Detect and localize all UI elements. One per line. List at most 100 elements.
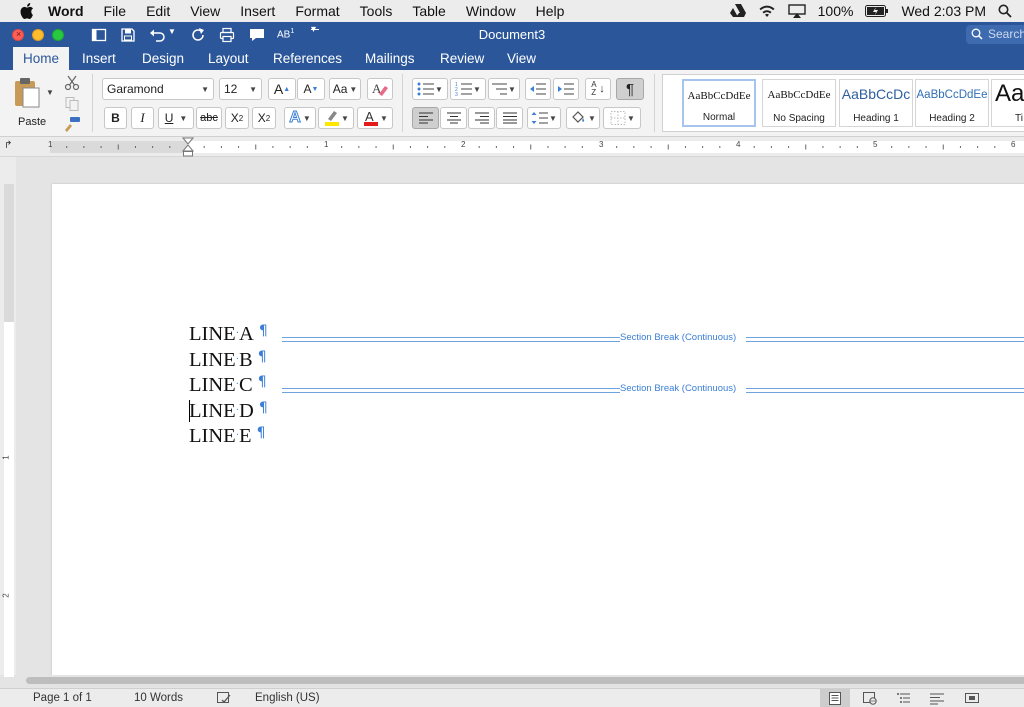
style-normal[interactable]: AaBbCcDdEe Normal — [682, 79, 756, 127]
cut-icon[interactable] — [64, 75, 80, 91]
tab-layout[interactable]: Layout — [208, 47, 249, 70]
justify-button[interactable] — [496, 107, 523, 129]
tab-references[interactable]: References — [273, 47, 342, 70]
menu-format[interactable]: Format — [295, 3, 339, 19]
style-name: Normal — [702, 112, 736, 123]
style-heading-1[interactable]: AaBbCcDc Heading 1 — [839, 79, 913, 127]
draft-view-icon[interactable] — [929, 691, 945, 705]
subscript-button[interactable]: X2 — [225, 107, 249, 129]
arrow-down-icon: ▼ — [311, 85, 319, 93]
align-center-button[interactable] — [440, 107, 467, 129]
bold-button[interactable]: B — [104, 107, 127, 129]
menu-edit[interactable]: Edit — [146, 3, 170, 19]
increase-indent-button[interactable] — [553, 78, 579, 100]
apple-icon[interactable] — [20, 3, 34, 19]
outline-view-icon[interactable] — [896, 691, 912, 705]
document-canvas[interactable]: LINE·A ¶ Section Break (Continuous) LINE·… — [16, 157, 1024, 684]
style-no-spacing[interactable]: AaBbCcDdEe No Spacing — [762, 79, 836, 127]
superscript-button[interactable]: X2 — [252, 107, 276, 129]
space-mark: · — [235, 379, 240, 390]
google-drive-icon[interactable] — [729, 4, 746, 18]
outdent-icon — [530, 83, 546, 95]
shading-button[interactable]: ▼ — [566, 107, 600, 129]
menu-view[interactable]: View — [190, 3, 220, 19]
web-layout-icon[interactable] — [862, 691, 878, 705]
copy-icon[interactable] — [64, 96, 80, 112]
separator — [654, 74, 655, 132]
align-right-button[interactable] — [468, 107, 495, 129]
italic-button[interactable]: I — [131, 107, 154, 129]
tab-review[interactable]: Review — [440, 47, 484, 70]
multilevel-list-button[interactable]: ▼ — [488, 78, 520, 100]
menu-insert[interactable]: Insert — [240, 3, 275, 19]
wifi-icon[interactable] — [758, 5, 776, 18]
change-case-button[interactable]: Aa ▼ — [329, 78, 361, 100]
tab-insert[interactable]: Insert — [82, 47, 116, 70]
tab-home[interactable]: Home — [13, 47, 70, 70]
tab-view[interactable]: View — [507, 47, 536, 70]
paragraph-line-e[interactable]: LINE·E ¶ — [189, 425, 265, 448]
underline-button[interactable]: U ▼ — [158, 107, 194, 129]
style-title[interactable]: AaB Ti — [991, 79, 1024, 127]
font-size-select[interactable]: 12 ▼ — [219, 78, 262, 100]
text-effects-button[interactable]: A ▼ — [284, 107, 316, 129]
font-name-select[interactable]: Garamond ▼ — [102, 78, 214, 100]
sort-button[interactable]: A Z ↓ — [585, 78, 611, 100]
word-count[interactable]: 10 Words — [134, 692, 183, 704]
horizontal-ruler[interactable]: ↱ 1 1 2 3 4 5 6 — [0, 137, 1024, 157]
paste-button[interactable]: Paste — [10, 76, 46, 132]
borders-button[interactable]: ▼ — [603, 107, 641, 129]
line-spacing-button[interactable]: ▼ — [527, 107, 561, 129]
menu-window[interactable]: Window — [466, 3, 516, 19]
chevron-down-icon: ▼ — [179, 113, 188, 123]
section-break-line — [746, 388, 1024, 393]
menu-app-word[interactable]: Word — [48, 3, 84, 19]
language-indicator[interactable]: English (US) — [255, 692, 320, 704]
paint-bucket-icon — [572, 111, 585, 123]
format-painter-icon[interactable] — [63, 116, 81, 132]
font-name-value: Garamond — [107, 82, 164, 96]
clear-formatting-button[interactable]: A — [367, 78, 393, 100]
menubar-clock[interactable]: Wed 2:03 PM — [901, 3, 986, 19]
document-page[interactable]: LINE·A ¶ Section Break (Continuous) LINE·… — [52, 184, 1024, 684]
paragraph-line-d[interactable]: LINE·D ¶ — [189, 400, 268, 423]
bullets-button[interactable]: ▼ — [412, 78, 448, 100]
paragraph-line-c[interactable]: LINE·C ¶ — [189, 374, 267, 397]
paragraph-line-a[interactable]: LINE·A ¶ — [189, 323, 268, 346]
tab-design[interactable]: Design — [142, 47, 184, 70]
proofing-icon[interactable] — [216, 691, 232, 705]
paste-dropdown-icon[interactable]: ▼ — [46, 88, 54, 97]
indent-marker-icon[interactable] — [182, 137, 194, 157]
menu-help[interactable]: Help — [536, 3, 565, 19]
font-color-button[interactable]: A ▼ — [357, 107, 393, 129]
battery-icon[interactable] — [865, 5, 889, 17]
print-layout-view-button[interactable] — [820, 689, 850, 707]
shrink-font-button[interactable]: A ▼ — [297, 78, 325, 100]
tab-mailings[interactable]: Mailings — [365, 47, 415, 70]
page-count[interactable]: Page 1 of 1 — [33, 692, 92, 704]
horizontal-scrollbar[interactable] — [16, 675, 1024, 685]
airplay-icon[interactable] — [787, 4, 806, 18]
scrollbar-thumb[interactable] — [26, 677, 1024, 684]
menu-table[interactable]: Table — [412, 3, 445, 19]
numbering-button[interactable]: 1 2 3 ▼ — [450, 78, 486, 100]
decrease-indent-button[interactable] — [525, 78, 551, 100]
svg-text:3: 3 — [455, 92, 458, 96]
paragraph-line-b[interactable]: LINE·B ¶ — [189, 349, 267, 372]
vertical-ruler[interactable]: 1 2 — [0, 157, 16, 677]
align-left-button[interactable] — [412, 107, 439, 129]
grow-font-button[interactable]: A ▲ — [268, 78, 296, 100]
show-formatting-marks-button[interactable]: ¶ — [616, 78, 644, 100]
highlight-color-button[interactable]: ▼ — [318, 107, 354, 129]
align-right-icon — [474, 112, 489, 124]
paragraph-mark-icon: ¶ — [257, 374, 267, 390]
search-box[interactable]: Search — [966, 25, 1024, 44]
spotlight-search-icon[interactable] — [998, 4, 1012, 18]
section-break-line — [746, 337, 1024, 342]
menu-tools[interactable]: Tools — [360, 3, 393, 19]
menu-file[interactable]: File — [104, 3, 127, 19]
strikethrough-button[interactable]: abc — [196, 107, 222, 129]
style-heading-2[interactable]: AaBbCcDdEe Heading 2 — [915, 79, 989, 127]
focus-view-icon[interactable] — [964, 691, 980, 705]
arrow-down-icon: ↓ — [599, 83, 605, 95]
